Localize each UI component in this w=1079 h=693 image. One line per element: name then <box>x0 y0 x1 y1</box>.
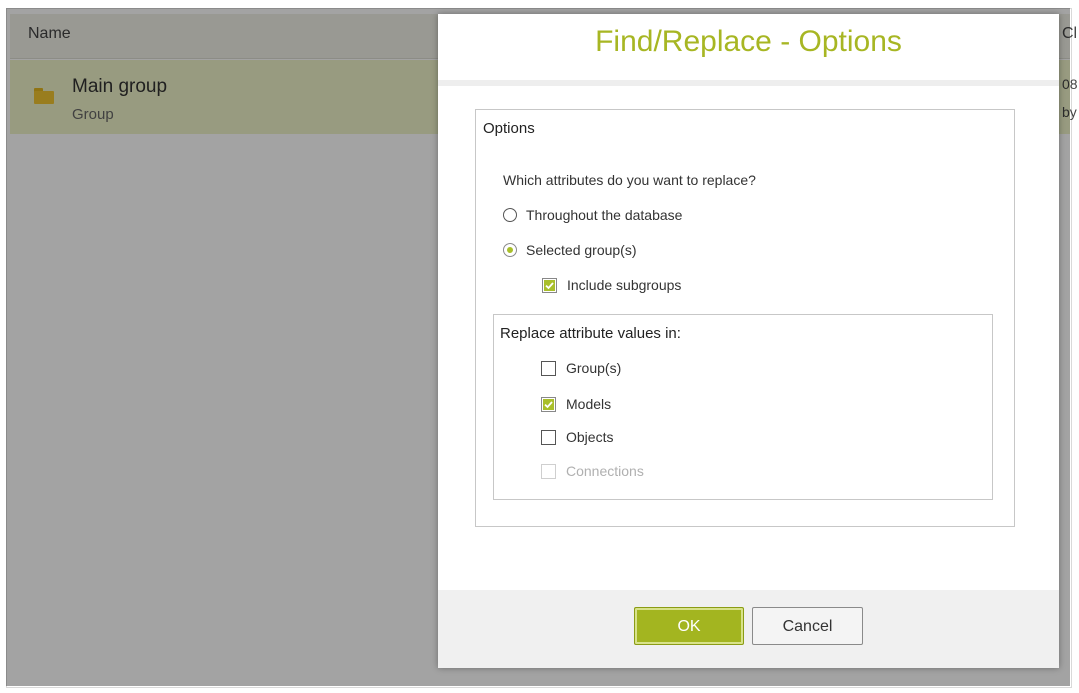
radio-button[interactable] <box>503 208 517 222</box>
checkbox-label: Include subgroups <box>567 277 682 293</box>
checkbox-label: Group(s) <box>566 360 622 376</box>
checkbox-label: Objects <box>566 429 614 445</box>
title-divider <box>438 80 1059 86</box>
target-connections-checkbox: Connections <box>541 463 644 479</box>
checkbox[interactable] <box>541 396 556 412</box>
checkbox[interactable] <box>542 277 557 293</box>
checkbox[interactable] <box>541 429 556 445</box>
radio-selected-groups[interactable]: Selected group(s) <box>503 242 637 258</box>
find-replace-options-dialog: Find/Replace - Options Options Which att… <box>438 14 1059 668</box>
target-groups-checkbox[interactable]: Group(s) <box>541 360 621 376</box>
radio-button[interactable] <box>503 243 517 257</box>
checkbox <box>541 463 556 479</box>
radio-label: Throughout the database <box>526 207 683 223</box>
checkbox-label: Connections <box>566 463 644 479</box>
checkbox-label: Models <box>566 396 612 412</box>
radio-label: Selected group(s) <box>526 242 637 258</box>
ok-button[interactable]: OK <box>634 607 744 645</box>
include-subgroups-checkbox[interactable]: Include subgroups <box>542 277 681 293</box>
options-legend: Options <box>483 120 535 137</box>
scope-question: Which attributes do you want to replace? <box>503 172 756 188</box>
replace-in-fieldset: Replace attribute values in: Group(s) Mo… <box>493 314 993 500</box>
radio-throughout-database[interactable]: Throughout the database <box>503 207 682 223</box>
target-models-checkbox[interactable]: Models <box>541 396 611 412</box>
replace-legend: Replace attribute values in: <box>500 325 681 342</box>
checkbox[interactable] <box>541 360 556 376</box>
dialog-footer: OK Cancel <box>438 590 1059 668</box>
target-objects-checkbox[interactable]: Objects <box>541 429 613 445</box>
options-fieldset: Options Which attributes do you want to … <box>475 109 1015 527</box>
cancel-button[interactable]: Cancel <box>752 607 863 645</box>
dialog-title: Find/Replace - Options <box>595 25 902 58</box>
